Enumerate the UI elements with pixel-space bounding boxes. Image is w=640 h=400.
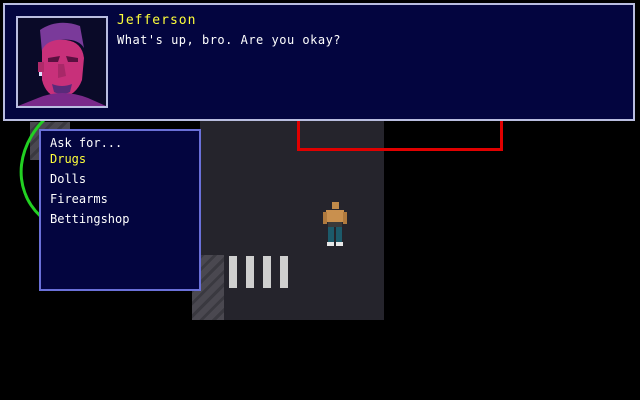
menu-item-firearms[interactable]: Firearms: [50, 191, 129, 211]
jefferson-portrait-icon: [18, 18, 106, 106]
crosswalk-stripe: [246, 256, 254, 288]
crosswalk-stripe: [229, 256, 237, 288]
menu-item-bettingshop[interactable]: Bettingshop: [50, 211, 129, 231]
dialog-text: What's up, bro. Are you okay?: [117, 33, 342, 47]
crosswalk-stripe: [263, 256, 271, 288]
zone-marker: [297, 118, 503, 151]
crosswalk-stripe: [280, 256, 288, 288]
menu-title: Ask for...: [50, 136, 123, 150]
dialog-box: Jefferson What's up, bro. Are you okay?: [3, 3, 635, 121]
menu-item-dolls[interactable]: Dolls: [50, 171, 129, 191]
menu-item-drugs[interactable]: Drugs: [50, 151, 129, 171]
player-character[interactable]: [322, 200, 348, 248]
npc-portrait: [16, 16, 108, 108]
speaker-name: Jefferson: [117, 13, 197, 28]
ask-menu: Ask for... Drugs Dolls Firearms Bettings…: [39, 129, 201, 291]
menu-options: Drugs Dolls Firearms Bettingshop: [50, 151, 129, 231]
